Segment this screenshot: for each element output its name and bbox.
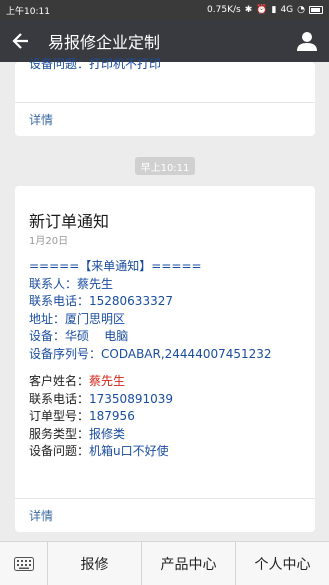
device-problem: 设备问题：机箱u口不好使 [29, 444, 169, 458]
card-body: =====【来单通知】===== 联系人：蔡先生 联系电话：1528063332… [29, 258, 272, 461]
contact-phone: 联系电话：15280633327 [29, 294, 173, 308]
status-indicators: 0.75K/s ✱ ⏰ ▮ 4G ◔ [207, 5, 323, 15]
status-bar: 上午10:11 0.75K/s ✱ ⏰ ▮ 4G ◔ [0, 0, 329, 20]
customer-phone: 联系电话：17350891039 [29, 391, 173, 406]
order-notice-card[interactable]: 新订单通知 1月20日 =====【来单通知】===== 联系人：蔡先生 联系电… [15, 186, 315, 532]
battery-icon [309, 6, 323, 14]
keyboard-icon[interactable] [0, 542, 48, 585]
menu-item-personal[interactable]: 个人中心 [236, 542, 329, 585]
service-type: 服务类型：报修类 [29, 426, 126, 441]
details-label: 详情 [29, 113, 54, 127]
menu-item-repair[interactable]: 报修 [48, 542, 142, 585]
page-title: 易报修企业定制 [48, 33, 161, 52]
contact-person: 联系人：蔡先生 [29, 276, 114, 291]
device: 设备：华硕 电脑 [29, 329, 129, 343]
prev-card-problem-line: 设备问题：打印机不打印 [29, 57, 162, 71]
network-type: 4G [280, 5, 294, 15]
customer-name: 客户姓名：蔡先生 [29, 374, 126, 388]
alarm-icon: ⏰ [256, 5, 268, 15]
serial-number: 设备序列号：CODABAR,24444007451232 [29, 346, 272, 361]
status-time: 上午10:11 [6, 6, 50, 17]
address: 地址：厦门思明区 [29, 311, 126, 326]
previous-message-card: 设备问题：打印机不打印 详情 [15, 57, 315, 136]
card-date: 1月20日 [29, 236, 69, 247]
notice-banner: =====【来单通知】===== [29, 259, 202, 273]
bottom-menu: 报修 产品中心 个人中心 [0, 541, 329, 585]
menu-item-products[interactable]: 产品中心 [142, 542, 236, 585]
card-title: 新订单通知 [29, 212, 110, 231]
notice-details-link[interactable]: 详情 [15, 498, 315, 532]
time-divider: 早上10:11 [135, 157, 195, 175]
wifi-icon: ◔ [297, 5, 305, 15]
net-speed: 0.75K/s [207, 5, 241, 15]
person-icon[interactable] [285, 20, 329, 62]
signal-icon: ▮ [271, 5, 277, 15]
order-model: 订单型号：187956 [29, 409, 135, 423]
details-label: 详情 [29, 509, 54, 523]
bluetooth-icon: ✱ [244, 5, 253, 15]
prev-card-details-link[interactable]: 详情 [15, 102, 315, 136]
